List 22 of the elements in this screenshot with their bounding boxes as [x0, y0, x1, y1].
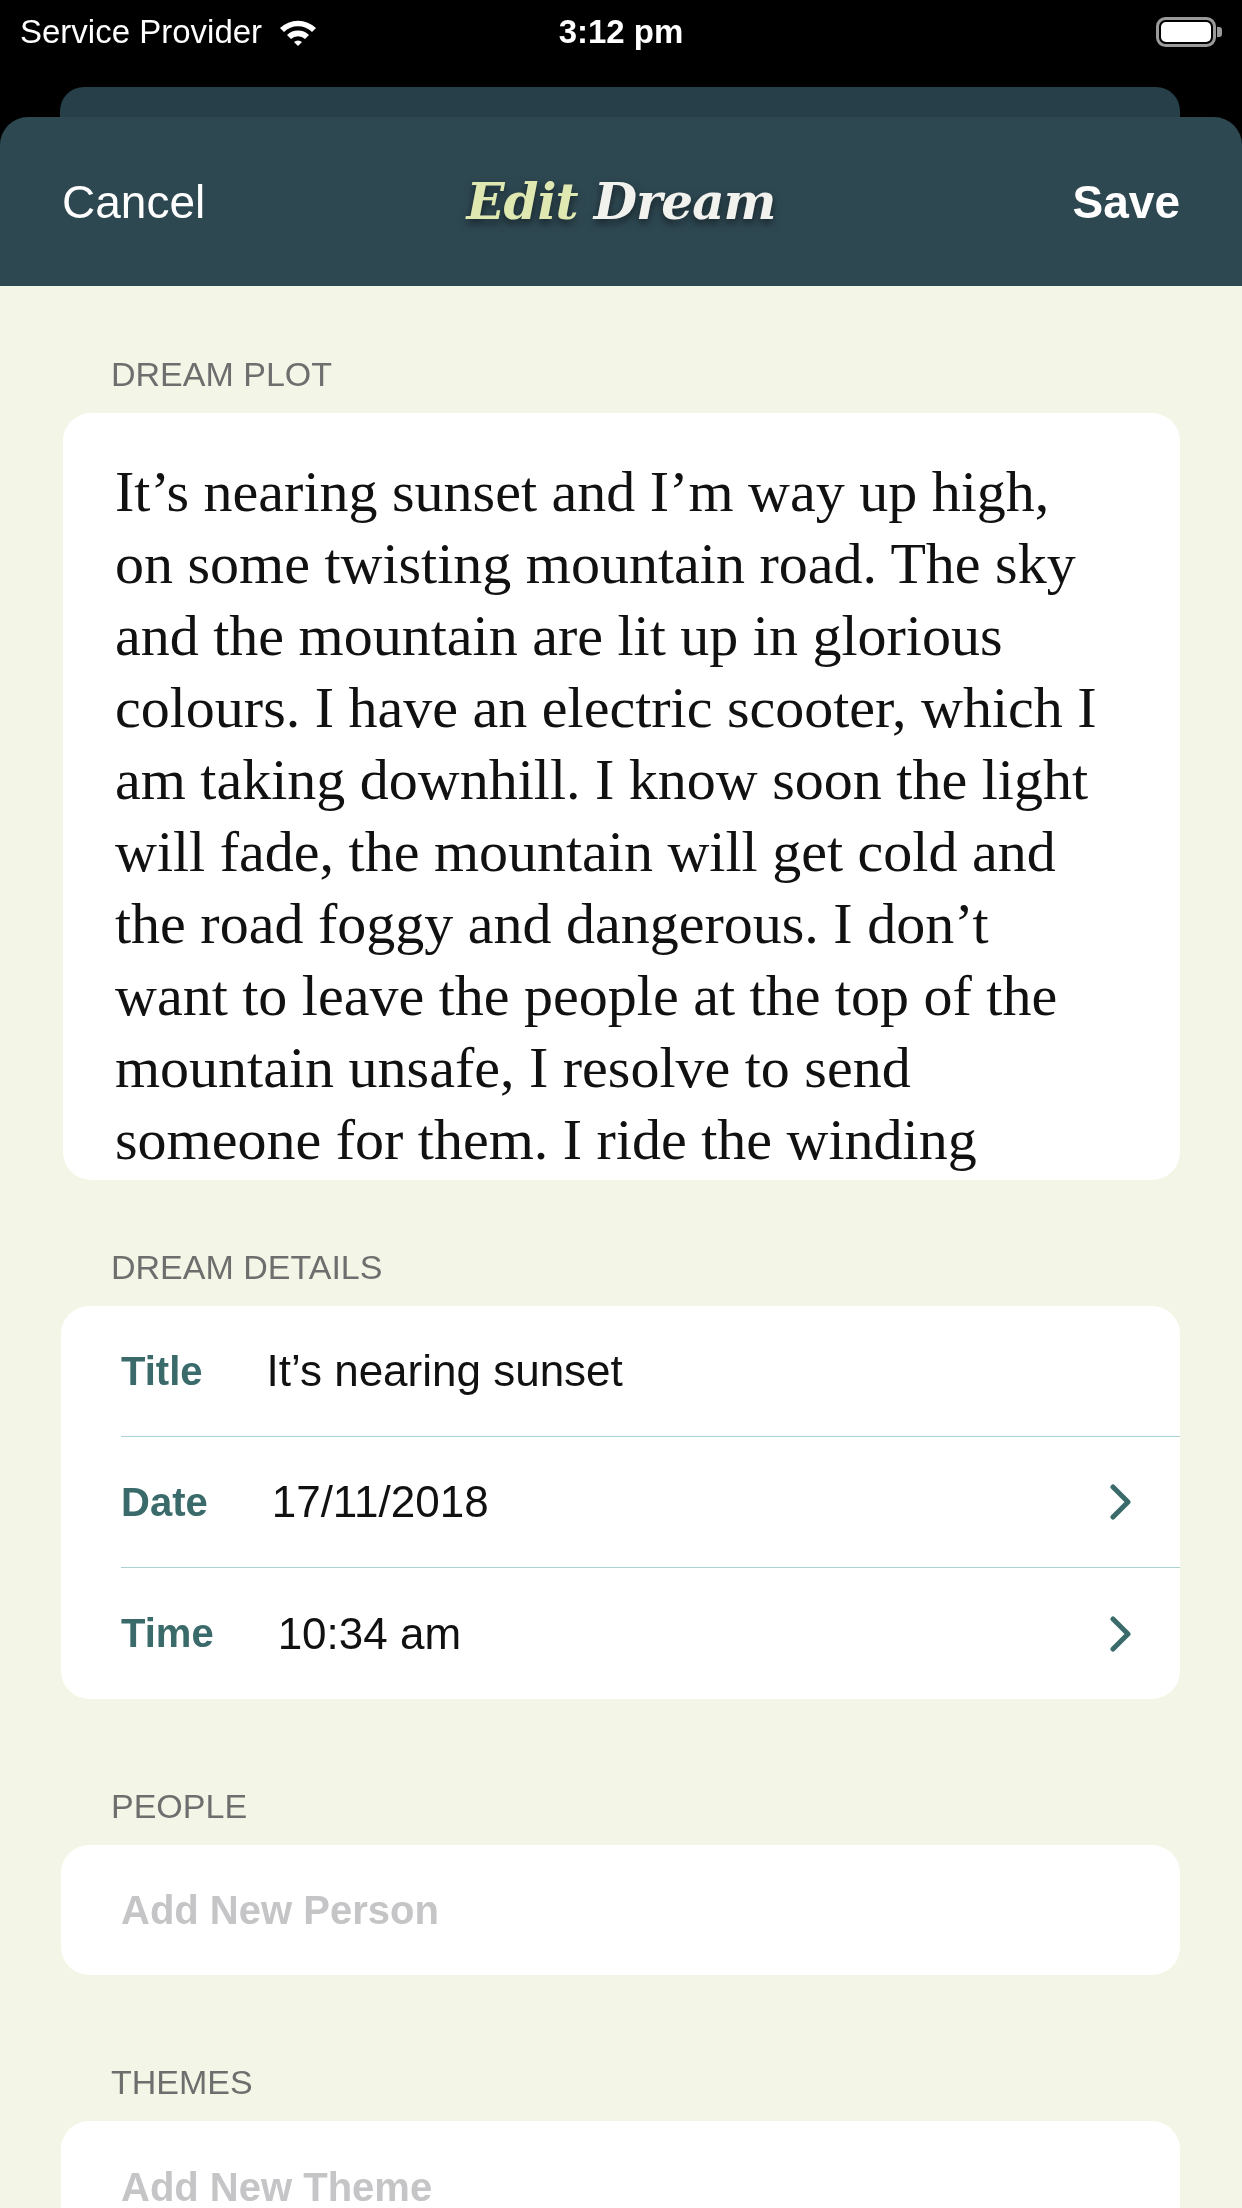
carrier-name: Service Provider — [20, 12, 263, 52]
status-time: 3:12 pm — [558, 12, 684, 52]
picker-value[interactable]: 10:34 am — [277, 1608, 1046, 1659]
title-word: Dream — [593, 170, 776, 233]
chevron-right-icon — [1110, 1615, 1132, 1652]
chevron-right-icon — [1110, 1484, 1132, 1520]
field-label: Date — [121, 1479, 208, 1525]
section-header: THEMES — [111, 2062, 253, 2103]
battery-icon — [1156, 17, 1222, 47]
save-button[interactable]: Save — [1072, 173, 1180, 230]
picker-value[interactable]: 17/11/2018 — [271, 1477, 1046, 1527]
section-header: PEOPLE — [111, 1786, 248, 1827]
text-field[interactable]: It’s nearing sunset — [266, 1346, 1132, 1396]
add-person-field[interactable]: Add New Person — [61, 1845, 1180, 1975]
cancel-button[interactable]: Cancel — [62, 173, 206, 230]
field-label: Time — [121, 1611, 214, 1656]
title-word: Edit — [466, 170, 578, 233]
field-label: Title — [121, 1348, 203, 1394]
add-theme-field[interactable]: Add New Theme — [61, 2121, 1180, 2208]
plot-text-field[interactable]: It’s nearing sunset and I’m way up high, on some twisting mountain road. The sky and the mountain are lit up in glorious colours. I have an electric scooter, which I am taking downhill. I know soon the light will fade, the mountain will get cold and the road foggy and dangerous. I don’t want to leave the people at the top of the mountain unsafe, I resolve to send someone for them. I ride the winding — [63, 413, 1180, 1180]
section-header: DREAM DETAILS — [111, 1247, 383, 1288]
section-header: DREAM PLOT — [111, 354, 333, 395]
